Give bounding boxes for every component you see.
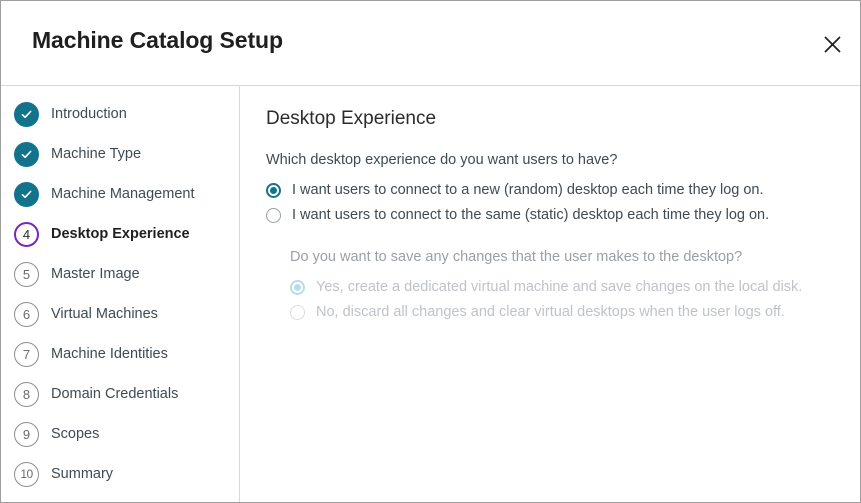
step-number-badge: 5 (14, 262, 39, 287)
step-content-panel: Desktop Experience Which desktop experie… (240, 86, 860, 503)
step-number-badge: 10 (14, 462, 39, 487)
secondary-question-label: Do you want to save any changes that the… (290, 249, 860, 265)
sidebar-item-machine-identities[interactable]: 7 Machine Identities (1, 334, 239, 374)
primary-question-label: Which desktop experience do you want use… (266, 152, 860, 168)
radio-option-label: Yes, create a dedicated virtual machine … (316, 279, 802, 295)
radio-option-label: I want users to connect to a new (random… (292, 182, 764, 198)
close-icon (824, 36, 841, 53)
sidebar-item-introduction[interactable]: Introduction (1, 94, 239, 134)
sidebar-item-label: Domain Credentials (51, 386, 178, 402)
radio-option-save-changes-no: No, discard all changes and clear virtua… (290, 300, 860, 324)
sidebar-item-label: Machine Type (51, 146, 141, 162)
sidebar-item-label: Desktop Experience (51, 226, 190, 242)
sidebar-item-scopes[interactable]: 9 Scopes (1, 414, 239, 454)
sidebar-item-label: Machine Management (51, 186, 194, 202)
save-changes-group: Do you want to save any changes that the… (290, 249, 860, 324)
step-number-badge: 7 (14, 342, 39, 367)
radio-option-label: No, discard all changes and clear virtua… (316, 304, 785, 320)
sidebar-item-master-image[interactable]: 5 Master Image (1, 254, 239, 294)
page-title: Machine Catalog Setup (32, 27, 283, 54)
radio-indicator (290, 280, 305, 295)
sidebar-item-domain-credentials[interactable]: 8 Domain Credentials (1, 374, 239, 414)
sidebar-item-label: Master Image (51, 266, 140, 282)
radio-option-static-desktop[interactable]: I want users to connect to the same (sta… (266, 203, 860, 227)
sidebar-item-desktop-experience[interactable]: 4 Desktop Experience (1, 214, 239, 254)
step-complete-check-icon (14, 102, 39, 127)
dialog-header: Machine Catalog Setup (1, 1, 860, 86)
step-complete-check-icon (14, 142, 39, 167)
close-button[interactable] (816, 28, 848, 60)
sidebar-item-summary[interactable]: 10 Summary (1, 454, 239, 494)
sidebar-item-machine-type[interactable]: Machine Type (1, 134, 239, 174)
content-heading: Desktop Experience (266, 108, 860, 130)
sidebar-item-label: Scopes (51, 426, 99, 442)
sidebar-item-label: Introduction (51, 106, 127, 122)
step-number-badge: 6 (14, 302, 39, 327)
step-number-badge: 4 (14, 222, 39, 247)
radio-indicator (290, 305, 305, 320)
sidebar-item-label: Machine Identities (51, 346, 168, 362)
wizard-step-sidebar: Introduction Machine Type Machine Manage… (1, 86, 240, 503)
sidebar-item-virtual-machines[interactable]: 6 Virtual Machines (1, 294, 239, 334)
radio-indicator[interactable] (266, 183, 281, 198)
radio-indicator[interactable] (266, 208, 281, 223)
dialog-body: Introduction Machine Type Machine Manage… (1, 86, 860, 503)
radio-option-random-desktop[interactable]: I want users to connect to a new (random… (266, 178, 860, 202)
sidebar-item-machine-management[interactable]: Machine Management (1, 174, 239, 214)
step-complete-check-icon (14, 182, 39, 207)
radio-option-label: I want users to connect to the same (sta… (292, 207, 769, 223)
step-number-badge: 8 (14, 382, 39, 407)
radio-option-save-changes-yes: Yes, create a dedicated virtual machine … (290, 275, 860, 299)
step-number-badge: 9 (14, 422, 39, 447)
sidebar-item-label: Summary (51, 466, 113, 482)
sidebar-item-label: Virtual Machines (51, 306, 158, 322)
machine-catalog-setup-dialog: Machine Catalog Setup Introduction (0, 0, 861, 503)
